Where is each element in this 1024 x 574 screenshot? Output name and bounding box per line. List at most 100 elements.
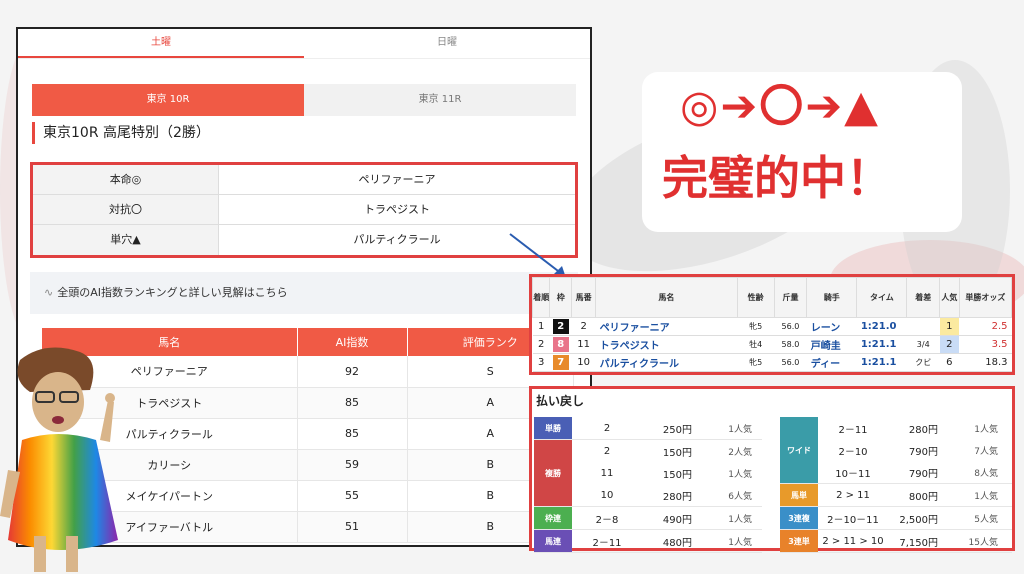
horse-number: 10	[571, 353, 596, 372]
column-header: 着順	[531, 277, 551, 318]
tab-tokyo-10r[interactable]: 東京 10R	[32, 84, 304, 116]
horse-number: 2	[571, 317, 596, 336]
bet-type-label: 枠連	[534, 507, 572, 529]
payout-popularity: 1人気	[728, 537, 752, 548]
payout-row: 10 280円 6人気	[572, 484, 762, 506]
combination: 2－11	[838, 424, 868, 436]
pulse-icon: ∿	[44, 286, 54, 299]
payout-lines: 2－11 280円 1人気 2－10 790円 7人気 10－11 790円 8人気	[818, 417, 1012, 483]
finish-position: 3	[532, 353, 550, 372]
combination: 2	[603, 445, 611, 457]
gate-badge: 8	[552, 337, 569, 352]
ranking-link[interactable]: ∿ 全頭のAI指数ランキングと詳しい見解はこちら	[30, 272, 578, 314]
payout-amount: 480円	[662, 537, 692, 549]
payout-table: 払い戻し 単勝 2 250円 1人気 複勝 2 150円 2人気 11 150円 1人気 10 280円…	[529, 386, 1015, 553]
pick-row: 本命◎ ペリファーニア	[33, 165, 575, 195]
ai-index-cell: 85	[297, 387, 408, 419]
payout-popularity: 8人気	[974, 468, 998, 479]
margin: クビ	[906, 353, 940, 372]
payout-row: 2 150円 2人気	[572, 440, 762, 462]
tab-sunday[interactable]: 日曜	[304, 29, 590, 58]
gate-badge: 2	[552, 319, 569, 334]
race-title: 東京10R 高尾特別（2勝）	[32, 122, 576, 144]
payout-amount: 280円	[908, 424, 938, 436]
payout-amount: 2,500円	[899, 514, 938, 526]
ai-index-cell: 55	[297, 480, 408, 512]
column-header: 馬番	[571, 277, 597, 318]
result-row: 3 7 10 パルティクラール 牝5 56.0 ディー 1:21.1 クビ 6 18.3	[532, 353, 1012, 372]
payout-row: 2－8 490円 1人気	[572, 507, 762, 529]
horse-number: 11	[571, 335, 596, 354]
column-header: タイム	[856, 277, 908, 318]
result-row: 2 8 11 トラペジスト 牡4 58.0 戸崎圭 1:21.1 3/4 2 3.5	[532, 335, 1012, 354]
payout-row: 2－11 480円 1人気	[572, 530, 762, 552]
payout-amount: 790円	[908, 468, 938, 480]
pick-label: 本命◎	[33, 165, 219, 194]
payout-amount: 490円	[662, 514, 692, 526]
column-header: AI指数	[297, 328, 408, 356]
payout-left-column: 単勝 2 250円 1人気 複勝 2 150円 2人気 11 150円 1人気 10 280円 6人気 枠連…	[534, 417, 762, 553]
jockey-name: 戸崎圭	[806, 335, 857, 354]
payout-group: 3連単 2 > 11 > 10 7,150円 15人気	[780, 530, 1012, 553]
payout-popularity: 2人気	[728, 447, 752, 458]
win-odds: 2.5	[959, 317, 1012, 336]
race-result-table: 着順枠馬番 馬名 性齢 斤量 騎手 タイム 着差 人気 単勝オッズ 1 2 2 ペリファーニア 牝5 56…	[529, 274, 1015, 375]
ai-index-cell: 92	[297, 356, 408, 388]
payout-row: 2－11 280円 1人気	[818, 417, 1012, 439]
ai-index-cell: 85	[297, 418, 408, 450]
gate-cell: 8	[549, 335, 572, 354]
jockey-name: レーン	[806, 317, 857, 336]
finish-time: 1:21.0	[856, 317, 907, 336]
bet-type-label: ワイド	[780, 417, 818, 483]
combination: 2 > 11	[836, 489, 870, 501]
payout-amount: 150円	[662, 469, 692, 481]
popularity: 2	[939, 335, 960, 354]
column-header: 人気	[939, 277, 960, 318]
jockey-name: ディー	[806, 353, 857, 372]
payout-row: 11 150円 1人気	[572, 462, 762, 484]
picks-table: 本命◎ ペリファーニア 対抗〇 トラペジスト 単穴▲ パルティクラール	[30, 162, 578, 258]
ai-index-cell: 51	[297, 511, 408, 543]
combination: 2－10－11	[827, 514, 879, 526]
carried-weight: 56.0	[774, 317, 807, 336]
payout-lines: 2－8 490円 1人気	[572, 507, 762, 529]
combination: 2－8	[595, 514, 619, 526]
payout-amount: 7,150円	[899, 537, 938, 549]
payout-group: 3連複 2－10－11 2,500円 5人気	[780, 507, 1012, 530]
payout-row: 2 > 11 > 10 7,150円 15人気	[818, 530, 1012, 552]
payout-popularity: 15人気	[968, 537, 998, 548]
popularity: 1	[939, 317, 960, 336]
payout-row: 2－10－11 2,500円 5人気	[818, 507, 1012, 529]
pick-value: トラペジスト	[364, 203, 430, 216]
payout-popularity: 1人気	[728, 514, 752, 525]
payout-group: ワイド 2－11 280円 1人気 2－10 790円 7人気 10－11 790円 8人気	[780, 417, 1012, 484]
column-header: 騎手	[806, 277, 858, 318]
tab-tokyo-11r[interactable]: 東京 11R	[304, 84, 576, 116]
popularity: 6	[939, 353, 960, 372]
payout-amount: 790円	[908, 446, 938, 458]
payout-amount: 150円	[662, 447, 692, 459]
payout-lines: 2－11 480円 1人気	[572, 530, 762, 552]
payout-lines: 2 > 11 800円 1人気	[818, 484, 1012, 506]
horse-name: パルティクラール	[595, 353, 738, 372]
bet-type-label: 単勝	[534, 417, 572, 439]
result-row: 1 2 2 ペリファーニア 牝5 56.0 レーン 1:21.0 1 2.5	[532, 317, 1012, 336]
payout-popularity: 1人気	[728, 469, 752, 480]
payout-group: 単勝 2 250円 1人気	[534, 417, 762, 440]
gate-badge: 7	[552, 355, 569, 370]
payout-row: 2 250円 1人気	[572, 417, 762, 439]
sex-age: 牝5	[737, 353, 775, 372]
margin: 3/4	[906, 335, 940, 354]
payout-row: 10－11 790円 8人気	[818, 461, 1012, 483]
sex-age: 牡4	[737, 335, 775, 354]
column-header: 斤量	[773, 277, 808, 318]
payout-group: 複勝 2 150円 2人気 11 150円 1人気 10 280円 6人気	[534, 440, 762, 507]
horse-name: ペリファーニア	[595, 317, 738, 336]
tab-saturday[interactable]: 土曜	[18, 29, 304, 58]
prediction-symbols: ◎➔〇➔▲	[680, 81, 880, 132]
payout-popularity: 1人気	[974, 424, 998, 435]
payout-lines: 2 250円 1人気	[572, 417, 762, 439]
finish-position: 2	[532, 335, 550, 354]
payout-group: 枠連 2－8 490円 1人気	[534, 507, 762, 530]
pick-label: 対抗〇	[33, 195, 219, 224]
